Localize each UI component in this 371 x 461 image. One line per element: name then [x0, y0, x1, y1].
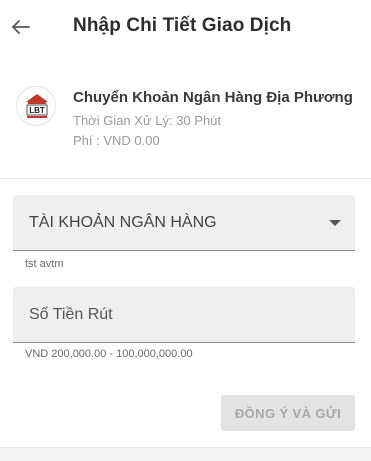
- bank-logo: LBT: [16, 86, 56, 126]
- arrow-left-icon: [12, 20, 30, 34]
- fee-text: Phí : VND 0.00: [73, 133, 160, 148]
- page-title: Nhập Chi Tiết Giao Dịch: [73, 15, 292, 36]
- header-bar: Nhập Chi Tiết Giao Dịch: [0, 0, 371, 56]
- amount-input[interactable]: [13, 287, 355, 342]
- bank-account-label: TÀI KHOẢN NGÂN HÀNG: [29, 214, 217, 231]
- method-name: Chuyển Khoản Ngân Hàng Địa Phương: [73, 89, 353, 106]
- section-divider: [0, 178, 371, 179]
- payment-method-card: LBT Chuyển Khoản Ngân Hàng Địa Phương Th…: [0, 72, 371, 162]
- processing-time: Thời Gian Xử Lý: 30 Phút: [73, 113, 222, 128]
- bank-logo-text: LBT: [29, 106, 45, 115]
- caret-down-icon: [329, 220, 341, 226]
- amount-field[interactable]: [13, 287, 355, 343]
- submit-button[interactable]: ĐỒNG Ý VÀ GỬI: [221, 395, 355, 431]
- bank-account-select[interactable]: TÀI KHOẢN NGÂN HÀNG: [13, 195, 355, 251]
- bank-account-helper: tst avtm: [25, 258, 64, 270]
- bottom-bar: [0, 447, 371, 461]
- back-button[interactable]: [8, 14, 34, 40]
- amount-range-helper: VND 200,000.00 - 100,000,000.00: [25, 348, 193, 360]
